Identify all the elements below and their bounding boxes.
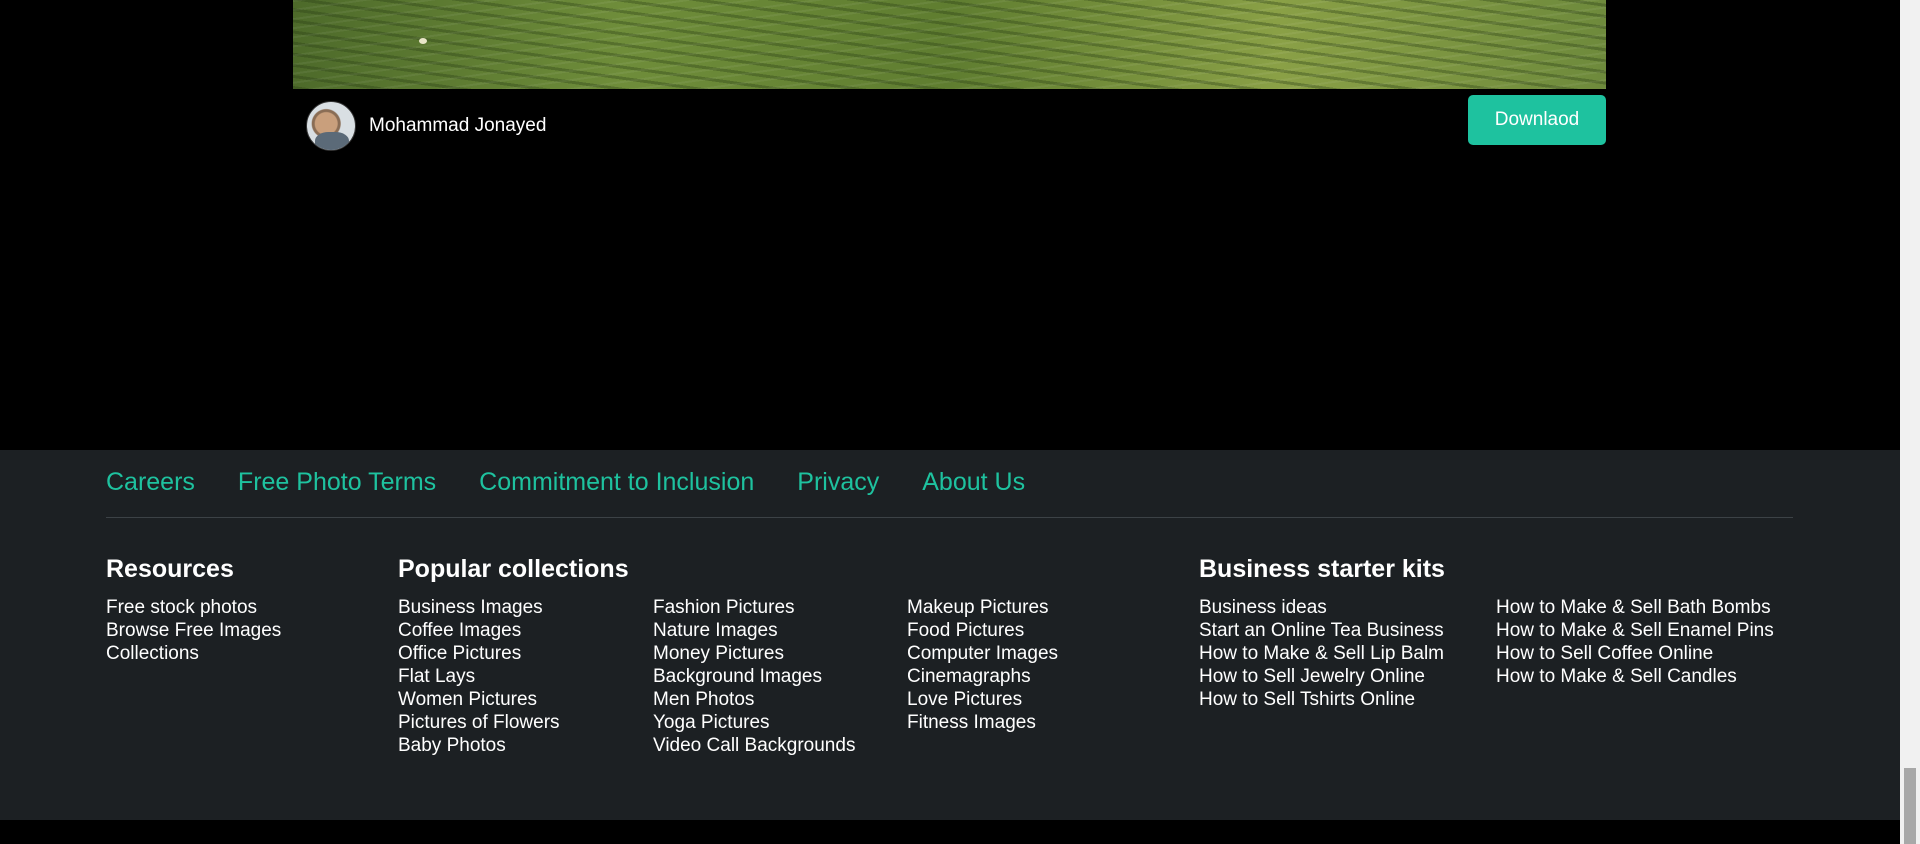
list-item[interactable]: Makeup Pictures: [907, 596, 1058, 619]
list-item[interactable]: How to Sell Coffee Online: [1496, 642, 1774, 665]
list-item[interactable]: Business Images: [398, 596, 629, 619]
list-item[interactable]: Collections: [106, 642, 281, 665]
resources-list: Free stock photos Browse Free Images Col…: [106, 596, 281, 665]
page-bottom: [0, 820, 1900, 844]
photo-image[interactable]: [293, 0, 1606, 89]
business-kits-heading: Business starter kits: [1199, 555, 1445, 583]
popular-collections-heading: Popular collections: [398, 555, 629, 583]
business-kits-column: Business starter kits Business ideas Sta…: [1199, 555, 1445, 711]
list-item[interactable]: Business ideas: [1199, 596, 1445, 619]
resources-heading: Resources: [106, 555, 234, 583]
list-item[interactable]: Nature Images: [653, 619, 855, 642]
photo-author[interactable]: Mohammad Jonayed: [306, 101, 546, 151]
list-item[interactable]: Free stock photos: [106, 596, 281, 619]
list-item[interactable]: Office Pictures: [398, 642, 629, 665]
list-item[interactable]: How to Sell Tshirts Online: [1199, 688, 1445, 711]
list-item[interactable]: How to Make & Sell Lip Balm: [1199, 642, 1445, 665]
author-avatar[interactable]: [306, 101, 356, 151]
list-item[interactable]: Men Photos: [653, 688, 855, 711]
list-item[interactable]: Love Pictures: [907, 688, 1058, 711]
list-item[interactable]: How to Make & Sell Enamel Pins: [1496, 619, 1774, 642]
list-item[interactable]: Women Pictures: [398, 688, 629, 711]
footer-link-about-us[interactable]: About Us: [922, 468, 1025, 497]
business-list-2: How to Make & Sell Bath Bombs How to Mak…: [1496, 596, 1774, 688]
footer-link-privacy[interactable]: Privacy: [797, 468, 879, 497]
list-item[interactable]: Food Pictures: [907, 619, 1058, 642]
photo-detail: [419, 38, 427, 44]
popular-collections-column: Popular collections Business Images Coff…: [398, 555, 629, 757]
list-item[interactable]: How to Make & Sell Bath Bombs: [1496, 596, 1774, 619]
footer-nav: Careers Free Photo Terms Commitment to I…: [106, 468, 1025, 497]
list-item[interactable]: Computer Images: [907, 642, 1058, 665]
list-item[interactable]: Cinemagraphs: [907, 665, 1058, 688]
list-item[interactable]: Yoga Pictures: [653, 711, 855, 734]
footer-divider: [106, 517, 1793, 518]
popular-list-1: Business Images Coffee Images Office Pic…: [398, 596, 629, 757]
footer-link-careers[interactable]: Careers: [106, 468, 195, 497]
list-item[interactable]: Browse Free Images: [106, 619, 281, 642]
list-item[interactable]: Pictures of Flowers: [398, 711, 629, 734]
list-item[interactable]: How to Sell Jewelry Online: [1199, 665, 1445, 688]
footer-link-free-photo-terms[interactable]: Free Photo Terms: [238, 468, 436, 497]
list-item[interactable]: Video Call Backgrounds: [653, 734, 855, 757]
scrollbar-thumb[interactable]: [1904, 768, 1916, 844]
list-item[interactable]: Fitness Images: [907, 711, 1058, 734]
list-item[interactable]: Baby Photos: [398, 734, 629, 757]
list-item[interactable]: Start an Online Tea Business: [1199, 619, 1445, 642]
list-item[interactable]: Background Images: [653, 665, 855, 688]
resources-column: Resources Free stock photos Browse Free …: [106, 555, 281, 665]
popular-list-2: Fashion Pictures Nature Images Money Pic…: [653, 596, 855, 757]
list-item[interactable]: Coffee Images: [398, 619, 629, 642]
list-item[interactable]: Fashion Pictures: [653, 596, 855, 619]
vertical-scrollbar[interactable]: [1900, 0, 1920, 844]
list-item[interactable]: Money Pictures: [653, 642, 855, 665]
business-list-1: Business ideas Start an Online Tea Busin…: [1199, 596, 1445, 711]
list-item[interactable]: Flat Lays: [398, 665, 629, 688]
author-name[interactable]: Mohammad Jonayed: [369, 115, 546, 137]
footer-link-commitment-to-inclusion[interactable]: Commitment to Inclusion: [479, 468, 754, 497]
download-button[interactable]: Downlaod: [1468, 95, 1606, 145]
site-footer: Careers Free Photo Terms Commitment to I…: [0, 450, 1900, 820]
list-item[interactable]: How to Make & Sell Candles: [1496, 665, 1774, 688]
popular-list-3: Makeup Pictures Food Pictures Computer I…: [907, 596, 1058, 734]
